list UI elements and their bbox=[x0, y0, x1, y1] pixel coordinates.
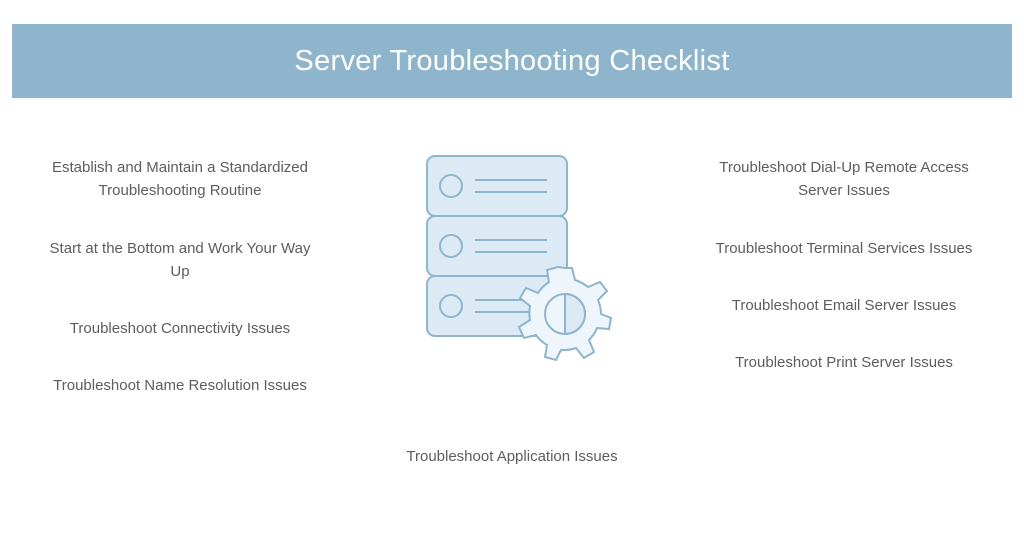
checklist-item: Troubleshoot Connectivity Issues bbox=[70, 317, 290, 340]
checklist-item: Troubleshoot Application Issues bbox=[0, 448, 1024, 465]
checklist-item: Troubleshoot Dial-Up Remote Access Serve… bbox=[709, 156, 979, 203]
server-gear-icon bbox=[397, 142, 627, 372]
left-column: Establish and Maintain a Standardized Tr… bbox=[30, 156, 330, 432]
checklist-item: Troubleshoot Name Resolution Issues bbox=[53, 374, 307, 397]
checklist-item: Establish and Maintain a Standardized Tr… bbox=[45, 156, 315, 203]
page-title: Server Troubleshooting Checklist bbox=[294, 45, 729, 78]
diagram-body: Establish and Maintain a Standardized Tr… bbox=[0, 148, 1024, 528]
right-column: Troubleshoot Dial-Up Remote Access Serve… bbox=[694, 156, 994, 408]
checklist-item: Troubleshoot Email Server Issues bbox=[732, 294, 957, 317]
checklist-item: Start at the Bottom and Work Your Way Up bbox=[45, 237, 315, 284]
title-banner: Server Troubleshooting Checklist bbox=[12, 24, 1012, 98]
checklist-item: Troubleshoot Terminal Services Issues bbox=[716, 237, 973, 260]
checklist-item: Troubleshoot Print Server Issues bbox=[735, 351, 953, 374]
